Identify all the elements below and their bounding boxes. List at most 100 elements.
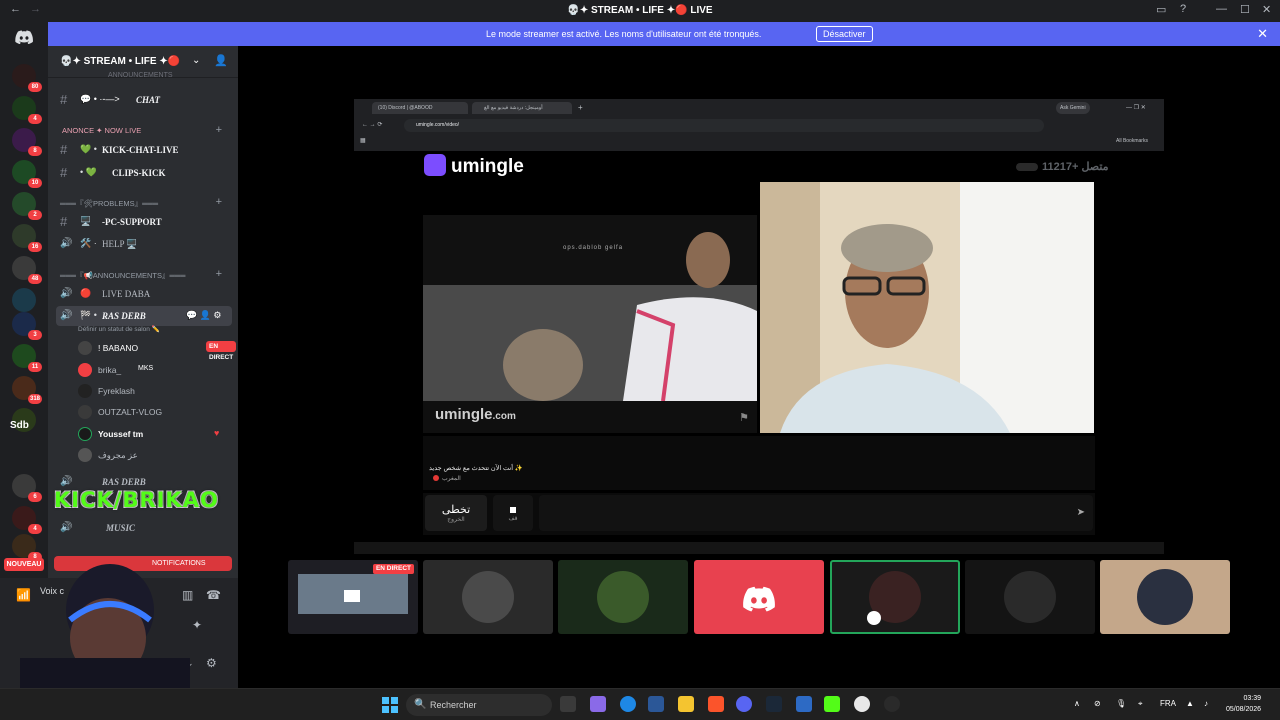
server-icon[interactable]: 80 [12, 64, 42, 92]
browser-tab-active[interactable]: أومينجل: دردشة فيديو مع الغ [472, 102, 572, 114]
report-flag-icon[interactable]: ⚑ [739, 411, 749, 424]
taskbar-clock[interactable]: 03:39 05/08/2026 [1226, 693, 1261, 715]
stream-tile[interactable] [965, 560, 1095, 634]
window-title: 💀✦ STREAM • LIFE ✦🔴 LIVE [567, 5, 713, 16]
category-announcements[interactable]: ═══『📢ANNOUNCEMENTS』═══ + [58, 268, 234, 282]
server-icon[interactable] [12, 288, 36, 312]
channel-clips-kick[interactable]: # • 💚 CLIPS-KICK [56, 163, 232, 183]
voice-channel-actions[interactable]: 💬 👤 ⚙ [186, 310, 221, 321]
stream-tile-discord[interactable] [694, 560, 824, 634]
add-channel-icon[interactable]: + [216, 196, 222, 208]
server-icon[interactable]: 2 [12, 192, 42, 220]
language-indicator[interactable]: FRA [1160, 699, 1176, 708]
channel-live-daba[interactable]: 🔊 🔴 LIVE DABA [56, 284, 232, 304]
speaker-icon: 🔊 [60, 288, 73, 299]
server-icon[interactable]: 318 [12, 376, 42, 404]
add-channel-icon[interactable]: + [216, 268, 222, 280]
server-icon[interactable]: 16 [12, 224, 42, 252]
channel-ras-derb[interactable]: 🔊 🏁 • RAS DERB 💬 👤 ⚙ [56, 306, 232, 326]
taskbar-search[interactable]: 🔍 Rechercher [406, 694, 552, 716]
skip-button[interactable]: تخطى الخروج [425, 495, 487, 531]
category-anonce[interactable]: ANONCE ✦ NOW LIVE + [58, 124, 234, 138]
add-channel-icon[interactable]: + [216, 124, 222, 136]
streamer-mode-banner: Le mode streamer est activé. Les noms d'… [48, 22, 1280, 46]
maximize-button[interactable]: ☐ [1240, 3, 1250, 16]
tray-chevron-icon[interactable]: ∧ [1074, 699, 1080, 708]
edge-icon[interactable] [620, 696, 636, 712]
server-icon[interactable]: 48 [12, 256, 42, 284]
store-icon[interactable] [648, 696, 664, 712]
stream-tile[interactable] [1100, 560, 1230, 634]
address-bar[interactable]: umingle.com/video/ [404, 119, 1044, 132]
file-explorer-icon[interactable] [678, 696, 694, 712]
search-icon: 🔍 [414, 699, 427, 710]
kick-icon[interactable] [824, 696, 840, 712]
stream-tile[interactable] [423, 560, 553, 634]
speaker-icon: 🔊 [60, 476, 73, 487]
channel-chat[interactable]: # 💬 • ·-—> CHAT [56, 90, 232, 110]
ask-gemini-button[interactable]: Ask Gemini [1056, 102, 1090, 114]
chrome-icon[interactable] [854, 696, 870, 712]
stream-tile-live[interactable]: EN DIRECT [288, 560, 418, 634]
disable-streamer-button[interactable]: Désactiver [816, 26, 873, 42]
channel-status-hint[interactable]: Définir un statut de salon ✏️ [78, 325, 160, 333]
network-icon[interactable]: ⊘ [1094, 699, 1101, 708]
browser-tab[interactable]: (10) Discord | @ABOOD [372, 102, 468, 114]
windows-start-icon[interactable] [382, 697, 398, 713]
channel-music[interactable]: 🔊 MUSIC [56, 518, 232, 538]
help-icon[interactable]: ? [1180, 3, 1186, 15]
server-icon[interactable]: 4 [12, 506, 42, 534]
server-icon[interactable]: 6 [12, 474, 42, 502]
voice-user[interactable]: Fyreklash [78, 381, 228, 401]
voice-user[interactable]: عز مجروف [78, 445, 228, 465]
ea-app-icon[interactable] [796, 696, 812, 712]
server-icon[interactable]: 3 [12, 312, 42, 340]
close-banner-icon[interactable]: ✕ [1257, 26, 1268, 42]
discord-home-icon[interactable] [14, 30, 34, 44]
stream-tile[interactable] [558, 560, 688, 634]
apps-icon[interactable]: ▦ [360, 135, 366, 147]
speaker-icon: 🔊 [60, 238, 73, 249]
channel-kick-chat-live[interactable]: # 💚 • KICK-CHAT-LIVE [56, 140, 232, 160]
stop-button[interactable]: قف [493, 495, 533, 531]
speaker-icon: 🔊 [60, 522, 73, 533]
wifi-icon[interactable]: ▲ [1186, 699, 1194, 708]
voice-user[interactable]: Youssef tm ♥ [78, 424, 228, 444]
window-controls[interactable]: — ❐ ✕ [1126, 102, 1146, 114]
server-icon[interactable]: 4 [12, 96, 42, 124]
voice-user[interactable]: ! BABANO EN DIRECT [78, 338, 237, 361]
mic-icon[interactable]: 🎙 [1116, 699, 1126, 708]
voice-user[interactable]: brika_ MKS [78, 360, 228, 380]
minimize-button[interactable]: — [1216, 3, 1227, 15]
server-icon[interactable]: 11 [12, 344, 42, 372]
channel-help[interactable]: 🔊 🛠️ · HELP 🖥️ [56, 234, 232, 254]
location-icon[interactable]: ⌖ [1138, 699, 1143, 709]
obs-icon[interactable] [884, 696, 900, 712]
message-input[interactable] [539, 495, 1093, 531]
avatar [78, 341, 92, 355]
stream-tile-speaking[interactable] [830, 560, 960, 634]
user-settings-gear-icon[interactable]: ⚙ [206, 656, 217, 670]
steam-icon[interactable] [766, 696, 782, 712]
category-problems[interactable]: ═══『🛠PROBLEMS』═══ + [58, 196, 234, 210]
new-tab-icon[interactable]: + [578, 102, 583, 114]
online-indicator [1016, 163, 1038, 172]
chevron-down-icon[interactable]: ⌄ [192, 55, 200, 66]
invite-people-icon[interactable]: 👤 [214, 54, 228, 67]
close-window-button[interactable]: ✕ [1262, 3, 1271, 16]
server-sdb[interactable]: Sdb [10, 420, 29, 431]
inbox-icon[interactable]: ▭ [1156, 3, 1166, 16]
task-view-icon[interactable] [560, 696, 576, 712]
server-icon[interactable]: 8 [12, 128, 42, 156]
channel-pc-support[interactable]: # 🖥️ -PC-SUPPORT [56, 212, 232, 232]
nav-icons[interactable]: ← → ⟳ [362, 119, 382, 131]
brave-icon[interactable] [708, 696, 724, 712]
send-icon[interactable]: ➤ [1077, 507, 1085, 518]
server-icon[interactable]: 10 [12, 160, 42, 188]
disconnect-icon[interactable]: ☎ [206, 588, 221, 602]
voice-user[interactable]: OUTZALT-VLOG [78, 402, 228, 422]
bookmarks-label[interactable]: All Bookmarks [1116, 135, 1148, 147]
discord-taskbar-icon[interactable] [736, 696, 752, 712]
volume-icon[interactable]: ♪ [1204, 699, 1208, 708]
copilot-icon[interactable] [590, 696, 606, 712]
